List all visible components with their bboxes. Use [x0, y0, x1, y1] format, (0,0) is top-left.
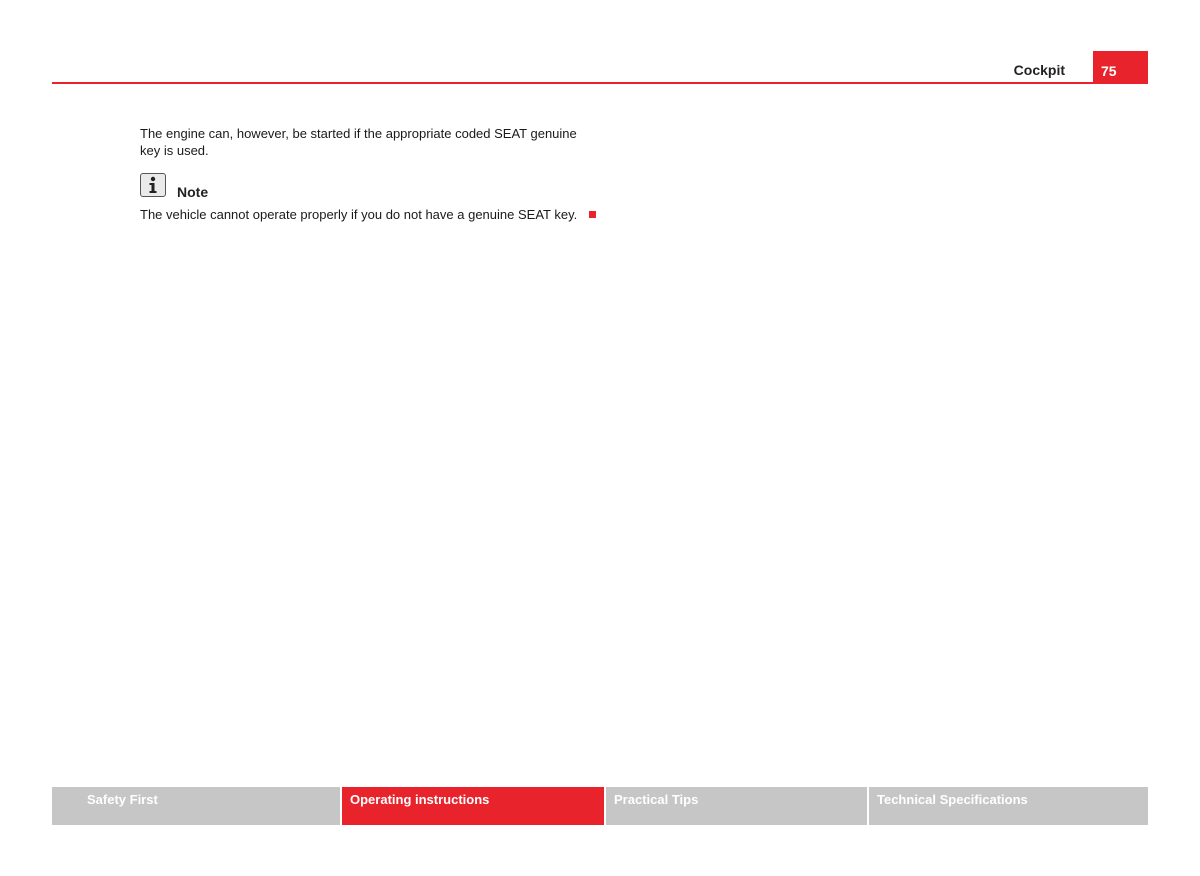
- tab-safety-first[interactable]: Safety First: [52, 787, 340, 825]
- header-rule: [52, 82, 1148, 84]
- note-heading: Note: [177, 184, 209, 200]
- tab-technical-specifications[interactable]: Technical Specifications: [869, 787, 1148, 825]
- section-title: Cockpit: [1013, 62, 1065, 78]
- body-paragraph: The engine can, however, be started if t…: [140, 126, 577, 158]
- note-text: The vehicle cannot operate properly if y…: [140, 207, 578, 222]
- info-icon: [140, 173, 166, 197]
- note-text-line: The vehicle cannot operate properly if y…: [140, 206, 597, 223]
- footer-tabs: Safety First Operating instructions Prac…: [52, 787, 1148, 825]
- tab-operating-instructions[interactable]: Operating instructions: [342, 787, 604, 825]
- page-number: 75: [1093, 51, 1148, 84]
- tab-practical-tips[interactable]: Practical Tips: [606, 787, 867, 825]
- end-of-section-marker: [589, 211, 597, 218]
